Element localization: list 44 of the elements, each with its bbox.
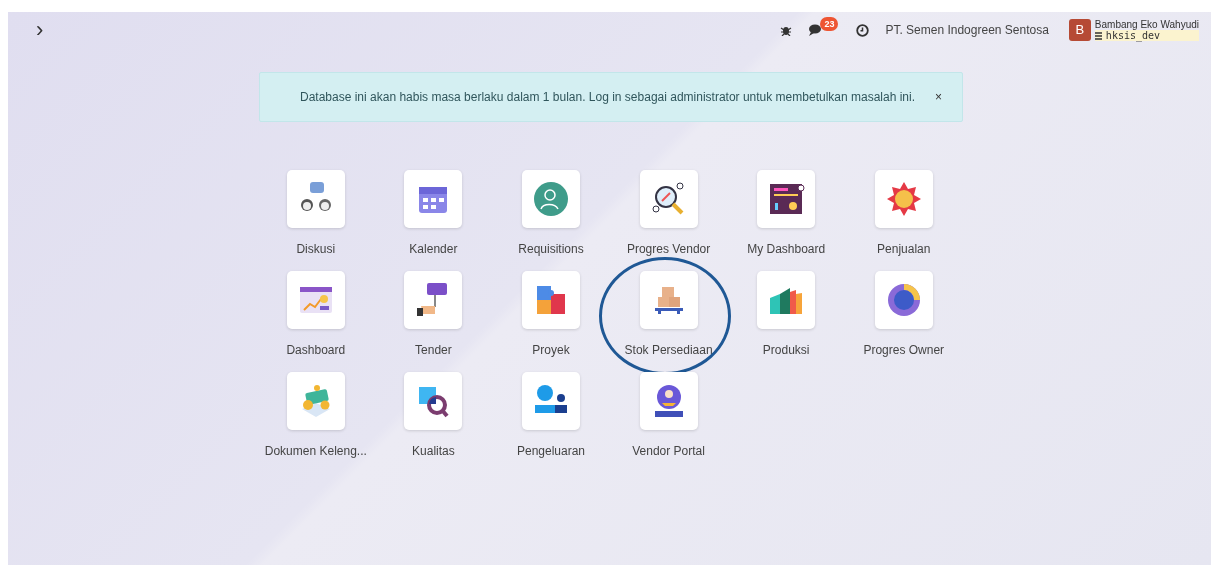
app-label[interactable]: Requisitions	[518, 241, 584, 257]
app-tile[interactable]	[757, 271, 816, 329]
app-label[interactable]: Progres Owner	[863, 342, 945, 358]
app-label[interactable]: Pengeluaran	[516, 443, 585, 459]
app-tile[interactable]	[286, 170, 345, 228]
app-tile[interactable]	[522, 372, 580, 430]
bug-icon[interactable]	[780, 24, 793, 36]
menu-toggle-button[interactable]: ›	[30, 19, 50, 41]
user-name[interactable]: Bambang Eko Wahyudi	[1094, 19, 1199, 30]
app-tile[interactable]	[286, 372, 345, 430]
person-badge-icon	[531, 179, 571, 219]
app-tile[interactable]	[404, 372, 463, 430]
app-tile[interactable]	[874, 271, 933, 329]
app-label[interactable]: Proyek	[532, 342, 570, 358]
app-label[interactable]: Penjualan	[877, 241, 931, 257]
message-count: 23	[820, 17, 839, 31]
app-tile[interactable]	[522, 170, 580, 228]
app-tile[interactable]	[874, 170, 933, 228]
database-icon	[1094, 31, 1102, 40]
app-tile[interactable]	[639, 271, 698, 329]
app-label[interactable]: Progres Vendor	[626, 241, 711, 257]
app-tile[interactable]	[522, 271, 580, 329]
app-tile[interactable]	[757, 170, 816, 228]
user-avatar[interactable]: B	[1068, 19, 1091, 41]
close-button[interactable]: ×	[931, 88, 946, 106]
app-label[interactable]: Tender	[415, 342, 452, 358]
app-tile[interactable]	[639, 372, 698, 430]
app-tile[interactable]	[404, 170, 463, 228]
app-label[interactable]: Kualitas	[412, 443, 455, 459]
app-label[interactable]: Diskusi	[296, 241, 336, 257]
app-label[interactable]: My Dashboard	[747, 241, 826, 257]
app-label[interactable]: Stok Persediaan	[624, 342, 713, 358]
app-label[interactable]: Dokumen Keleng...	[264, 443, 367, 459]
app-tile[interactable]	[639, 170, 698, 228]
app-tile[interactable]	[286, 271, 345, 329]
app-label[interactable]: Dashboard	[286, 342, 346, 358]
app-tile[interactable]	[404, 271, 463, 329]
database-name: hksis_dev	[1105, 30, 1161, 41]
app-label[interactable]: Kalender	[409, 241, 458, 257]
clock-icon[interactable]	[856, 23, 870, 37]
alert-message: Database ini akan habis masa berlaku dalam 1 bulan. Log in sebagai administrator untuk membetulkan masalah ini.	[300, 89, 916, 106]
app-label[interactable]: Vendor Portal	[632, 443, 705, 459]
app-label[interactable]: Produksi	[762, 342, 810, 358]
company-switcher[interactable]: PT. Semen Indogreen Sentosa	[885, 21, 1049, 39]
